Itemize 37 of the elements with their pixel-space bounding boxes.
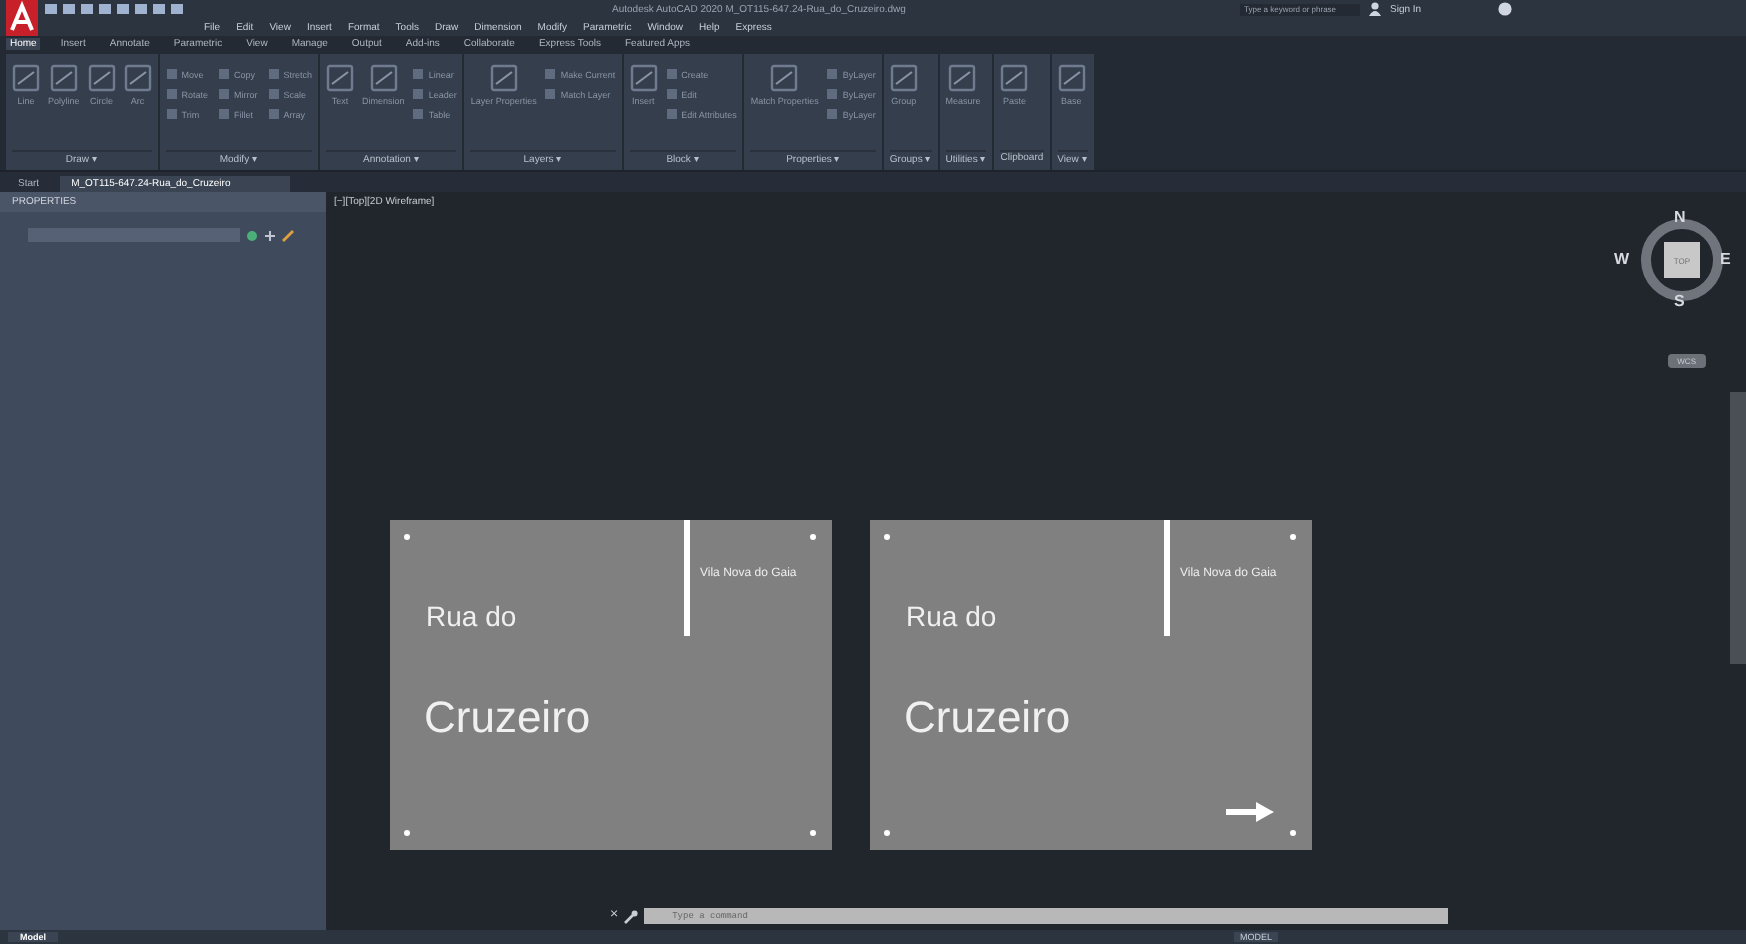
screw-dot xyxy=(1290,830,1296,836)
tool-icon[interactable] xyxy=(123,64,152,92)
tool-icon[interactable] xyxy=(49,64,78,92)
tool-icon[interactable] xyxy=(87,64,116,92)
select-icon[interactable] xyxy=(282,229,294,241)
tool-icon[interactable] xyxy=(889,64,918,92)
compass-label[interactable]: E xyxy=(1720,252,1731,268)
toggle-icon[interactable] xyxy=(246,229,258,241)
tool-icon[interactable] xyxy=(948,64,977,92)
user-icon xyxy=(1368,2,1382,16)
tool-icon[interactable] xyxy=(770,64,799,92)
compass-label[interactable]: N xyxy=(1674,210,1686,226)
screw-dot xyxy=(1290,534,1296,540)
street-name: Rua do xyxy=(906,600,997,632)
tool-icon[interactable] xyxy=(12,64,40,92)
street-name: Cruzeiro xyxy=(904,692,1071,744)
tool-icon[interactable] xyxy=(489,64,518,92)
tool-icon[interactable] xyxy=(369,64,398,92)
app-logo-icon xyxy=(6,0,38,36)
divider-line xyxy=(1164,520,1170,636)
divider-line xyxy=(684,520,690,636)
street-name: Cruzeiro xyxy=(424,692,591,744)
screw-dot xyxy=(810,830,816,836)
wrench-icon[interactable] xyxy=(624,909,639,923)
compass-label[interactable]: S xyxy=(1674,294,1685,310)
screw-dot xyxy=(404,830,410,836)
screw-dot xyxy=(404,534,410,540)
plus-icon[interactable] xyxy=(264,229,276,241)
tool-icon[interactable] xyxy=(1057,64,1086,92)
tool-icon[interactable] xyxy=(326,64,355,92)
screw-dot xyxy=(884,830,890,836)
street-name: Rua do xyxy=(426,600,517,632)
tool-icon[interactable] xyxy=(1000,64,1029,92)
screw-dot xyxy=(810,534,816,540)
screw-dot xyxy=(884,534,890,540)
compass-label[interactable]: W xyxy=(1614,252,1630,268)
tool-icon[interactable] xyxy=(629,64,658,92)
